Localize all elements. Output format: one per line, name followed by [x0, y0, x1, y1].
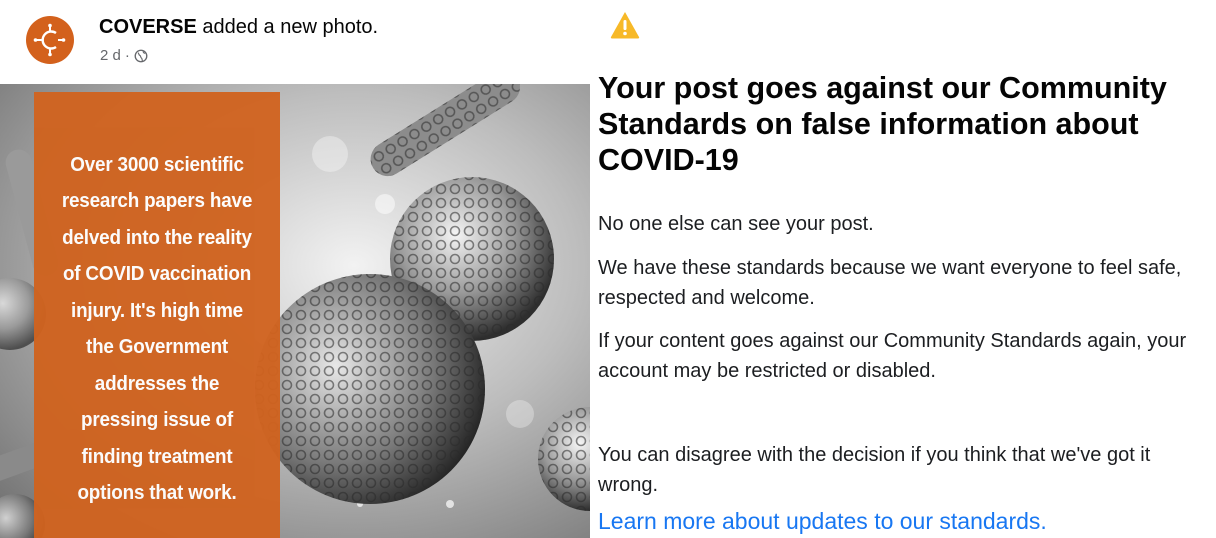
notice-paragraph-visibility: No one else can see your post.: [598, 213, 874, 235]
post-timestamp[interactable]: 2 d: [100, 47, 121, 64]
notice-paragraph-reason: We have these standards because we want …: [598, 257, 1182, 309]
facebook-post: COVERSE added a new photo. 2 d · Over 30…: [0, 0, 590, 538]
page-avatar[interactable]: [26, 16, 74, 64]
meta-separator: ·: [124, 47, 130, 64]
post-action-text: added a new photo.: [202, 16, 379, 38]
coverse-logo-icon: [33, 23, 66, 57]
text-overlay-box: Over 3000 scientific research papers hav…: [34, 92, 280, 538]
overlay-text: Over 3000 scientific research papers hav…: [61, 152, 253, 505]
notice-heading: Your post goes against our Community Sta…: [598, 71, 1167, 177]
violation-notice: Your post goes against our Community Sta…: [598, 0, 1216, 538]
warning-icon: [610, 12, 640, 39]
post-photo[interactable]: Over 3000 scientific research papers hav…: [0, 84, 590, 538]
globe-icon[interactable]: [134, 49, 148, 63]
post-meta: 2 d ·: [100, 47, 148, 64]
page-name-link[interactable]: COVERSE: [99, 16, 197, 38]
notice-paragraph-appeal: You can disagree with the decision if yo…: [598, 444, 1151, 496]
learn-more-link[interactable]: Learn more about updates to our standard…: [598, 508, 1047, 535]
notice-paragraph-warning: If your content goes against our Communi…: [598, 330, 1187, 382]
post-header-text: COVERSE added a new photo.: [99, 16, 378, 39]
